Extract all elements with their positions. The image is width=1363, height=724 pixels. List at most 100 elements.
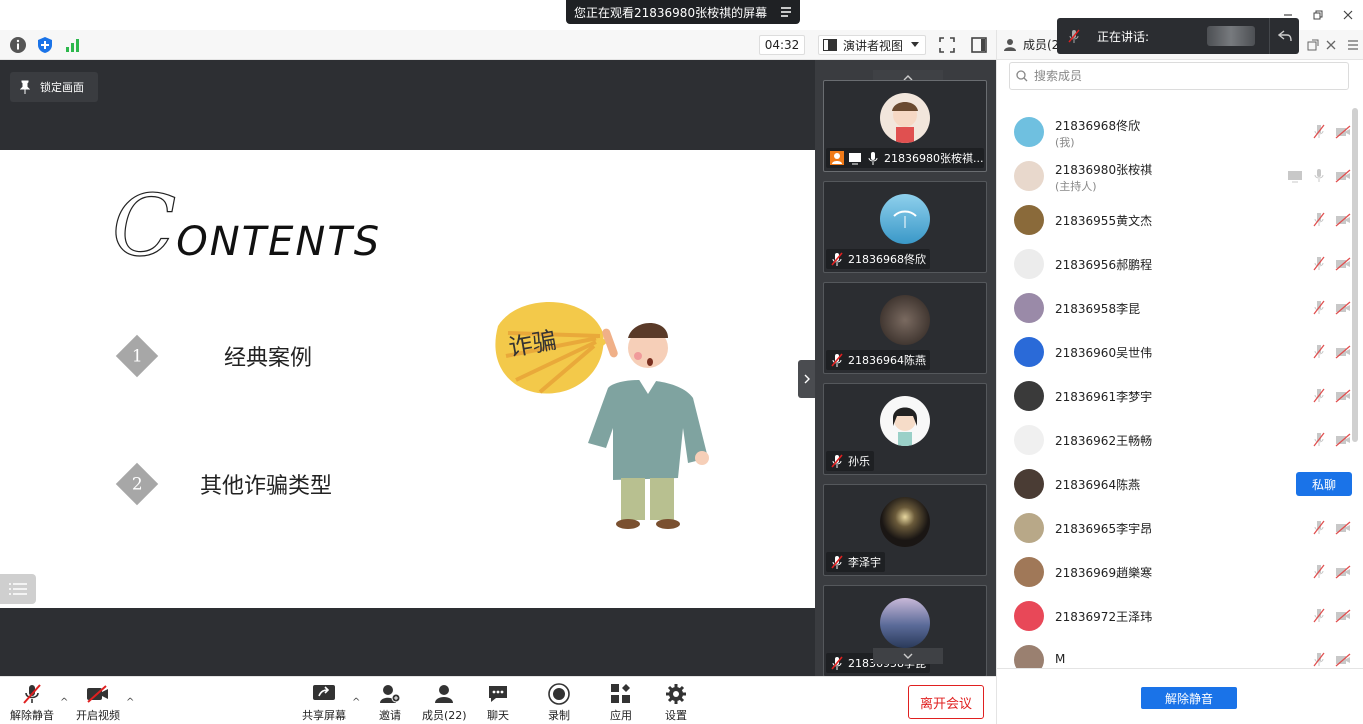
video-off-icon[interactable] xyxy=(1335,608,1351,624)
video-tile[interactable]: 21836968佟欣 xyxy=(823,181,987,273)
unmute-button[interactable]: 解除静音 xyxy=(10,683,54,723)
member-list-scrollbar[interactable] xyxy=(1352,108,1358,442)
video-off-icon[interactable] xyxy=(1335,168,1351,184)
member-row[interactable]: 21836962王畅畅 xyxy=(997,418,1352,462)
share-options-caret[interactable]: ^ xyxy=(352,697,360,708)
avatar xyxy=(1014,249,1044,279)
fullscreen-icon[interactable] xyxy=(938,36,956,54)
video-off-icon[interactable] xyxy=(1335,388,1351,404)
member-row[interactable]: 21836956郝鹏程 xyxy=(997,242,1352,286)
strip-scroll-down-button[interactable] xyxy=(873,648,943,664)
member-search-input[interactable] xyxy=(1034,69,1324,83)
avatar xyxy=(1014,425,1044,455)
video-off-icon[interactable] xyxy=(1335,256,1351,272)
video-off-icon[interactable] xyxy=(1335,300,1351,316)
outline-button[interactable] xyxy=(0,574,36,604)
mic-muted-icon[interactable] xyxy=(1311,300,1327,316)
view-mode-dropdown[interactable]: 演讲者视图 xyxy=(818,35,926,55)
video-tile[interactable]: 李泽宇 xyxy=(823,484,987,576)
member-row[interactable]: 21836955黄文杰 xyxy=(997,198,1352,242)
member-row[interactable]: 21836980张桉祺 (主持人) xyxy=(997,154,1352,198)
item-label: 经典案例 xyxy=(224,346,313,371)
share-banner[interactable]: 您正在观看21836980张桉祺的屏幕 xyxy=(566,0,800,24)
collapse-strip-button[interactable] xyxy=(798,360,815,398)
video-off-icon[interactable] xyxy=(1335,124,1351,140)
video-options-caret[interactable]: ^ xyxy=(126,697,134,708)
chat-button[interactable]: 聊天 xyxy=(486,683,510,723)
member-name: 21836960吴世伟 xyxy=(1055,346,1153,360)
restore-button[interactable] xyxy=(1303,0,1333,30)
video-off-icon[interactable] xyxy=(1335,652,1351,668)
mic-muted-icon[interactable] xyxy=(1311,520,1327,536)
more-menu-icon[interactable] xyxy=(1347,39,1359,51)
shield-icon[interactable] xyxy=(36,36,54,54)
add-user-icon xyxy=(380,685,401,703)
avatar xyxy=(880,194,930,244)
unmute-all-button[interactable]: 解除静音 xyxy=(1141,687,1237,709)
member-name: 21836961李梦宇 xyxy=(1055,390,1153,404)
info-icon[interactable] xyxy=(9,36,27,54)
signal-icon[interactable] xyxy=(64,36,82,54)
member-row[interactable]: 21836972王泽玮 xyxy=(997,594,1352,638)
member-row[interactable]: M xyxy=(997,638,1352,668)
member-search[interactable] xyxy=(1009,62,1349,90)
member-row[interactable]: 21836965李宇昂 xyxy=(997,506,1352,550)
restore-icon xyxy=(1313,10,1323,20)
bottom-toolbar: 解除静音 ^ 开启视频 ^ 共享屏幕 ^ 邀请 成员(22) 聊天 录制 应用 … xyxy=(0,676,996,724)
lock-view-label: 锁定画面 xyxy=(40,81,84,94)
member-name: 21836955黄文杰 xyxy=(1055,214,1153,228)
settings-button[interactable]: 设置 xyxy=(664,683,688,723)
member-row[interactable]: 21836969趙樂寒 xyxy=(997,550,1352,594)
menu-icon[interactable] xyxy=(780,6,792,18)
avatar xyxy=(880,295,930,345)
video-off-icon[interactable] xyxy=(1335,344,1351,360)
panel-title: 成员(2 xyxy=(1023,38,1060,52)
avatar xyxy=(1014,293,1044,323)
avatar xyxy=(1014,645,1044,668)
close-icon[interactable] xyxy=(1325,39,1337,51)
member-name: 21836964陈燕 xyxy=(1055,478,1141,492)
microphone-icon[interactable] xyxy=(1311,168,1327,184)
member-row[interactable]: 21836968佟欣 (我) xyxy=(997,110,1352,154)
video-tile[interactable]: 孙乐 xyxy=(823,383,987,475)
start-video-button[interactable]: 开启视频 xyxy=(76,683,120,723)
mic-muted-icon xyxy=(831,252,843,266)
member-row[interactable]: 21836958李昆 xyxy=(997,286,1352,330)
video-tile[interactable]: 21836980张桉祺... xyxy=(823,80,987,172)
video-off-icon[interactable] xyxy=(1335,520,1351,536)
layout-sidebar-icon[interactable] xyxy=(970,36,988,54)
popout-icon[interactable] xyxy=(1307,39,1319,51)
video-tile[interactable]: 21836964陈燕 xyxy=(823,282,987,374)
mic-muted-icon[interactable] xyxy=(1311,388,1327,404)
mic-muted-icon[interactable] xyxy=(1311,432,1327,448)
mic-muted-icon[interactable] xyxy=(1311,564,1327,580)
mic-muted-icon[interactable] xyxy=(1311,124,1327,140)
audio-options-caret[interactable]: ^ xyxy=(60,697,68,708)
private-chat-button[interactable]: 私聊 xyxy=(1296,472,1352,496)
close-window-button[interactable] xyxy=(1333,0,1363,30)
share-banner-text: 您正在观看21836980张桉祺的屏幕 xyxy=(574,5,768,20)
tile-namebar: 孙乐 xyxy=(826,451,874,471)
members-button[interactable]: 成员(22) xyxy=(422,683,467,723)
avatar xyxy=(1014,381,1044,411)
leave-meeting-button[interactable]: 离开会议 xyxy=(908,685,984,719)
back-button[interactable] xyxy=(1269,18,1299,54)
mic-muted-icon[interactable] xyxy=(1311,212,1327,228)
record-button[interactable]: 录制 xyxy=(547,683,571,723)
mic-muted-icon[interactable] xyxy=(1311,256,1327,272)
lock-view-button[interactable]: 锁定画面 xyxy=(10,72,98,102)
video-off-icon[interactable] xyxy=(1335,432,1351,448)
member-row[interactable]: 21836961李梦宇 xyxy=(997,374,1352,418)
invite-button[interactable]: 邀请 xyxy=(378,683,402,723)
mic-muted-icon[interactable] xyxy=(1311,652,1327,668)
mic-muted-icon[interactable] xyxy=(1311,608,1327,624)
microphone-icon xyxy=(868,152,878,165)
screen-share-icon xyxy=(849,153,861,165)
apps-button[interactable]: 应用 xyxy=(609,683,633,723)
video-off-icon[interactable] xyxy=(1335,564,1351,580)
member-row[interactable]: 21836960吴世伟 xyxy=(997,330,1352,374)
video-off-icon[interactable] xyxy=(1335,212,1351,228)
share-screen-button[interactable]: 共享屏幕 xyxy=(302,683,346,723)
mic-muted-icon[interactable] xyxy=(1311,344,1327,360)
speaking-indicator: 正在讲话: xyxy=(1057,18,1299,54)
